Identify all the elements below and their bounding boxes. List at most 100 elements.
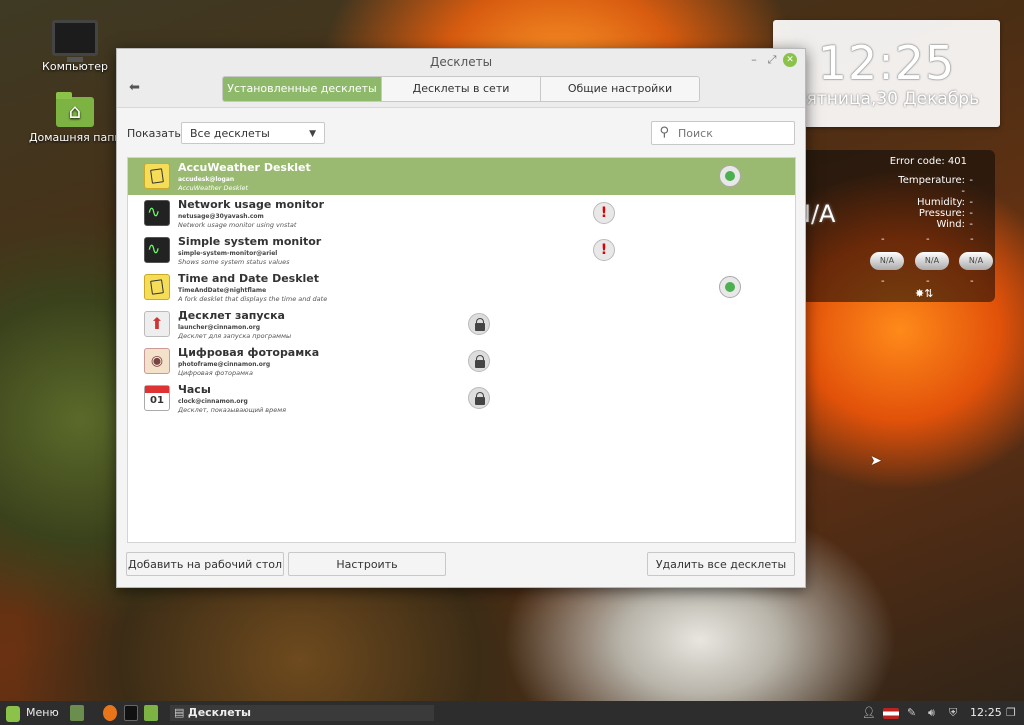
weather-dash: - bbox=[969, 197, 973, 208]
filter-toolbar: Показать Все десклеты ▼ ⚲ bbox=[127, 121, 795, 147]
back-arrow-icon[interactable]: ⬅ bbox=[129, 81, 143, 95]
desklet-uuid: accudesk@logan bbox=[178, 176, 235, 183]
weather-pressure-label: Pressure: bbox=[918, 208, 965, 219]
computer-icon bbox=[52, 20, 98, 62]
weather-temperature-label: Temperature: bbox=[898, 175, 965, 186]
eye-icon: ◉ bbox=[144, 348, 170, 374]
desktop-icon-label: Домашняя папк bbox=[28, 131, 122, 144]
active-status-icon bbox=[719, 165, 741, 187]
search-input[interactable] bbox=[651, 121, 795, 145]
us-flag-icon[interactable] bbox=[883, 708, 899, 719]
active-status-icon bbox=[719, 276, 741, 298]
home-folder-icon bbox=[56, 92, 94, 127]
weather-dash: - bbox=[969, 219, 973, 230]
desklet-row[interactable]: ◉ Цифровая фоторамка photoframe@cinnamon… bbox=[128, 343, 795, 380]
desklet-row[interactable]: AccuWeather Desklet accudesk@logan AccuW… bbox=[128, 158, 795, 195]
user-icon[interactable]: 👤︎ bbox=[862, 705, 876, 721]
minimize-icon[interactable]: – bbox=[747, 53, 761, 67]
desklet-uuid: clock@cinnamon.org bbox=[178, 398, 248, 405]
clock-date: Пятница,30 Декабрь bbox=[793, 89, 980, 109]
desklet-description: Network usage monitor using vnstat bbox=[178, 221, 297, 229]
desklet-description: A fork desklet that displays the time an… bbox=[178, 295, 328, 303]
shield-icon[interactable]: ⛨ bbox=[949, 705, 957, 721]
desklet-description: Цифровая фоторамка bbox=[178, 369, 253, 377]
desklet-name: Цифровая фоторамка bbox=[178, 346, 320, 359]
forecast-cloud-icon: N/A bbox=[870, 252, 904, 270]
maximize-icon[interactable]: ⤢ bbox=[765, 53, 779, 67]
weather-refresh-icon[interactable]: ✸⇅ bbox=[915, 287, 933, 300]
desklet-row[interactable]: Time and Date Desklet TimeAndDate@nightf… bbox=[128, 269, 795, 306]
lock-icon bbox=[468, 350, 490, 372]
panel-clock[interactable]: 12:25 bbox=[970, 705, 1002, 721]
weather-humidity-label: Humidity: bbox=[917, 197, 965, 208]
desklets-window: Десклеты – ⤢ ✕ ⬅ Установленные десклеты … bbox=[116, 48, 806, 588]
forecast-dash: - bbox=[970, 276, 974, 287]
forecast-dash: - bbox=[926, 276, 930, 287]
add-to-desktop-button[interactable]: Добавить на рабочий стол bbox=[126, 552, 284, 576]
desklet-row[interactable]: Network usage monitor netusage@30yavash.… bbox=[128, 195, 795, 232]
clock-desklet[interactable]: 12:25 Пятница,30 Декабрь bbox=[773, 20, 1000, 127]
desklet-uuid: simple-system-monitor@ariel bbox=[178, 250, 278, 257]
weather-dash: - bbox=[969, 175, 973, 186]
window-title: Десклеты bbox=[429, 55, 493, 69]
desklet-uuid: photoframe@cinnamon.org bbox=[178, 361, 271, 368]
firefox-icon[interactable] bbox=[103, 705, 117, 721]
desklet-uuid: TimeAndDate@nightflame bbox=[178, 287, 267, 294]
desklet-row[interactable]: ⬆ Десклет запуска launcher@cinnamon.org … bbox=[128, 306, 795, 343]
search-icon: ⚲ bbox=[659, 125, 669, 140]
tab-online[interactable]: Десклеты в сети bbox=[382, 77, 541, 101]
desklet-row[interactable]: 01 Часы clock@cinnamon.org Десклет, пока… bbox=[128, 380, 795, 417]
show-desktop-icon[interactable] bbox=[70, 705, 84, 721]
close-icon[interactable]: ✕ bbox=[783, 53, 797, 67]
desklet-description: Десклет для запуска программы bbox=[178, 332, 292, 340]
tab-bar: Установленные десклеты Десклеты в сети О… bbox=[222, 76, 700, 102]
lock-icon bbox=[468, 387, 490, 409]
weather-dash: - bbox=[969, 208, 973, 219]
desklet-uuid: launcher@cinnamon.org bbox=[178, 324, 261, 331]
window-icon: ▤ bbox=[174, 706, 185, 719]
desklet-name: Network usage monitor bbox=[178, 198, 325, 211]
desklet-name: Time and Date Desklet bbox=[178, 272, 320, 285]
configure-button[interactable]: Настроить bbox=[288, 552, 446, 576]
remove-all-button[interactable]: Удалить все десклеты bbox=[647, 552, 795, 576]
error-status-icon: ! bbox=[593, 202, 615, 224]
desklet-name: AccuWeather Desklet bbox=[178, 161, 311, 174]
forecast-cloud-icon: N/A bbox=[959, 252, 993, 270]
taskbar-item-desklets[interactable]: ▤ Десклеты bbox=[170, 705, 434, 721]
mint-logo-icon[interactable] bbox=[6, 706, 20, 722]
note-icon bbox=[144, 163, 170, 189]
desklet-list[interactable]: AccuWeather Desklet accudesk@logan AccuW… bbox=[127, 157, 796, 543]
desklet-name: Часы bbox=[178, 383, 211, 396]
taskbar-item-label: Десклеты bbox=[187, 706, 251, 719]
forecast-dash: - bbox=[881, 234, 885, 245]
tools-icon[interactable]: ✎ bbox=[907, 705, 916, 721]
tab-installed[interactable]: Установленные десклеты bbox=[223, 77, 382, 101]
calendar-icon: 01 bbox=[144, 385, 170, 411]
monitor-icon bbox=[144, 237, 170, 263]
desktop-icon-computer[interactable]: Компьютер bbox=[25, 20, 125, 73]
forecast-dash: - bbox=[970, 234, 974, 245]
workspace-icon[interactable]: ❐ bbox=[1006, 705, 1016, 721]
bottom-panel: Меню ▤ Десклеты 👤︎ ✎ 🔊︎ ⛨ 12:25 ❐ bbox=[0, 701, 1024, 725]
window-titlebar[interactable]: Десклеты – ⤢ ✕ ⬅ Установленные десклеты … bbox=[117, 49, 805, 108]
desktop-icon-home[interactable]: Домашняя папк bbox=[25, 92, 125, 144]
monitor-icon bbox=[144, 200, 170, 226]
forecast-dash: - bbox=[881, 276, 885, 287]
filter-dropdown[interactable]: Все десклеты ▼ bbox=[181, 122, 325, 144]
files-icon[interactable] bbox=[144, 705, 158, 721]
weather-desklet[interactable]: Error code: 401 Temperature: - - Humidit… bbox=[793, 150, 995, 302]
terminal-icon[interactable] bbox=[124, 705, 138, 721]
volume-icon[interactable]: 🔊︎ bbox=[928, 705, 935, 721]
desklet-uuid: netusage@30yavash.com bbox=[178, 213, 264, 220]
weather-wind-label: Wind: bbox=[936, 219, 965, 230]
filter-dropdown-value: Все десклеты bbox=[190, 127, 270, 140]
desklet-description: AccuWeather Desklet bbox=[178, 184, 249, 192]
menu-label[interactable]: Меню bbox=[26, 705, 59, 721]
tab-general-settings[interactable]: Общие настройки bbox=[541, 77, 699, 101]
desklet-row[interactable]: Simple system monitor simple-system-moni… bbox=[128, 232, 795, 269]
show-label: Показать bbox=[127, 127, 181, 140]
error-status-icon: ! bbox=[593, 239, 615, 261]
mouse-cursor-icon: ➤ bbox=[870, 453, 882, 469]
desklet-description: Десклет, показывающий время bbox=[178, 406, 287, 414]
weather-error: Error code: 401 bbox=[889, 156, 967, 167]
